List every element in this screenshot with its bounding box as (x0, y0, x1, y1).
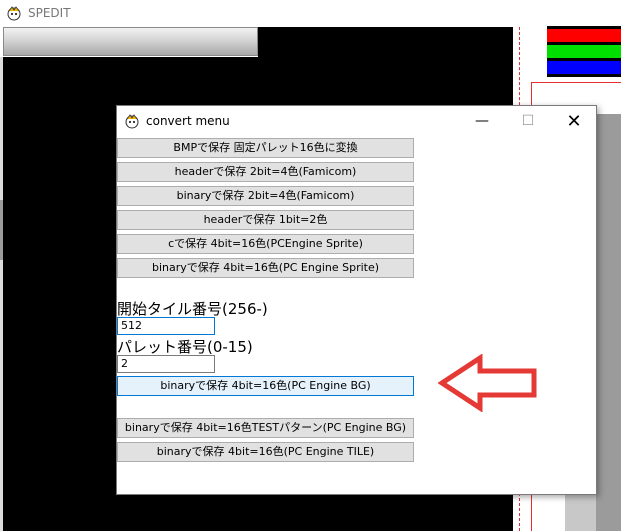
palette-number-input[interactable]: 2 (117, 355, 215, 373)
save-binary-4bit-bg-button[interactable]: binaryで保存 4bit=16色(PC Engine BG) (117, 376, 414, 396)
close-button[interactable]: ✕ (551, 106, 597, 136)
convert-menu-dialog: convert menu — ☐ ✕ BMPで保存 固定パレット16色に変換 h… (116, 105, 597, 495)
palette-strips[interactable] (547, 26, 621, 77)
save-binary-4bit-tile-button[interactable]: binaryで保存 4bit=16色(PC Engine TILE) (117, 442, 414, 462)
save-header-2bit-button[interactable]: headerで保存 2bit=4色(Famicom) (117, 162, 414, 182)
palette-blue[interactable] (547, 61, 621, 77)
main-titlebar: SPEDIT (0, 0, 621, 26)
canvas-top-area (258, 27, 513, 57)
save-bmp-fixed-palette-button[interactable]: BMPで保存 固定パレット16色に変換 (117, 138, 414, 158)
save-header-1bit-button[interactable]: headerで保存 1bit=2色 (117, 210, 414, 230)
toolbar-gradient-bar[interactable] (3, 27, 258, 56)
dialog-mascot-icon (125, 114, 139, 129)
minimize-button[interactable]: — (459, 106, 505, 136)
main-window-title: SPEDIT (28, 6, 71, 20)
save-binary-4bit-test-pattern-button[interactable]: binaryで保存 4bit=16色TESTパターン(PC Engine BG) (117, 418, 414, 438)
maximize-button[interactable]: ☐ (505, 106, 551, 136)
scroll-area (596, 114, 621, 531)
start-tile-label: 開始タイル番号(256-) (117, 300, 268, 318)
start-tile-input[interactable]: 512 (117, 317, 215, 335)
grid-guide-hline (531, 82, 621, 83)
save-binary-2bit-button[interactable]: binaryで保存 2bit=4色(Famicom) (117, 186, 414, 206)
dialog-title: convert menu (146, 114, 230, 128)
palette-number-label: パレット番号(0-15) (117, 338, 253, 356)
palette-green[interactable] (547, 45, 621, 61)
save-c-4bit-sprite-button[interactable]: cで保存 4bit=16色(PCEngine Sprite) (117, 234, 414, 254)
save-binary-4bit-sprite-button[interactable]: binaryで保存 4bit=16色(PC Engine Sprite) (117, 258, 414, 278)
palette-red[interactable] (547, 26, 621, 45)
left-arrow-icon (438, 354, 537, 412)
app-mascot-icon (7, 6, 21, 21)
